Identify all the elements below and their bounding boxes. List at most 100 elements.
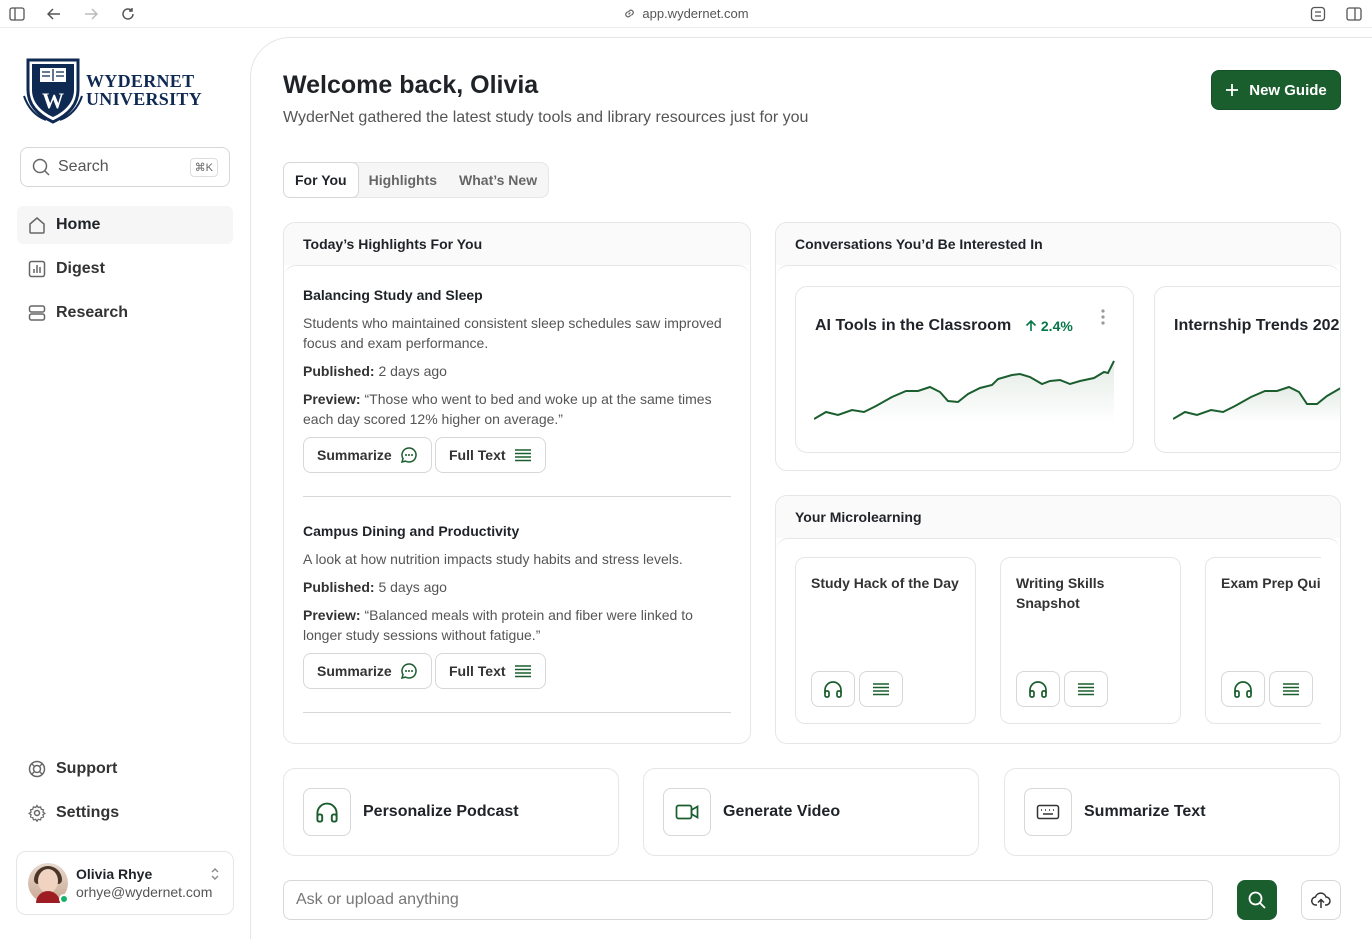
summarize-button[interactable]: Summarize (303, 437, 432, 473)
trend-sparkline (1173, 385, 1340, 423)
listen-button[interactable] (1221, 671, 1265, 707)
highlights-body: Balancing Study and Sleep Students who m… (284, 265, 750, 743)
action-label: Personalize Podcast (363, 803, 519, 820)
nav-label: Support (56, 760, 118, 777)
highlights-card: Today’s Highlights For You Balancing Stu… (283, 222, 751, 744)
article-description: Students who maintained consistent sleep… (303, 315, 722, 351)
sidebar: W WYDERNET UNIVERSITY Search ⌘K Home Dig… (0, 28, 250, 939)
full-text-button[interactable]: Full Text (435, 653, 546, 689)
headphones-icon (316, 802, 338, 823)
browser-toolbar: app.wydernet.com (0, 0, 1372, 28)
nav-label: Research (56, 304, 129, 321)
personalize-podcast-card[interactable]: Personalize Podcast (283, 768, 619, 856)
preview-text: “Those who went to bed and woke up at th… (303, 391, 712, 427)
user-profile-card[interactable]: Olivia Rhye orhye@wydernet.com (16, 851, 234, 915)
conversation-card[interactable]: Internship Trends 2025 (1154, 286, 1341, 453)
upload-button[interactable] (1301, 880, 1341, 920)
avatar (28, 863, 69, 904)
search-placeholder: Search (58, 158, 109, 175)
nav-item-support[interactable]: Support (17, 750, 233, 788)
split-view-icon[interactable] (1346, 6, 1362, 22)
headphones-icon (1029, 681, 1047, 698)
cloud-upload-icon (1311, 892, 1331, 908)
read-button[interactable] (1064, 671, 1108, 707)
divider (303, 712, 731, 713)
page-subtitle: WyderNet gathered the latest study tools… (283, 109, 809, 126)
summarize-button[interactable]: Summarize (303, 653, 432, 689)
full-text-button[interactable]: Full Text (435, 437, 546, 473)
chevron-selector-icon[interactable] (209, 866, 221, 882)
action-icon-box (303, 788, 351, 836)
headphones-icon (1234, 681, 1252, 698)
tab-highlights[interactable]: Highlights (358, 163, 448, 197)
page-title: Welcome back, Olivia (283, 71, 539, 99)
text-lines-icon (1283, 683, 1299, 696)
chat-icon (400, 447, 417, 464)
preview-text: “Balanced meals with protein and fiber w… (303, 607, 693, 643)
ask-input[interactable]: Ask or upload anything (283, 880, 1213, 920)
conversations-card: Conversations You’d Be Interested In AI … (775, 222, 1341, 471)
gear-icon (28, 804, 46, 822)
conversation-title: Internship Trends 2025 (1174, 317, 1341, 334)
read-button[interactable] (859, 671, 903, 707)
conversation-card[interactable]: AI Tools in the Classroom 2.4% (795, 286, 1134, 453)
divider (303, 496, 731, 497)
text-lines-icon (514, 449, 531, 462)
highlights-title: Today’s Highlights For You (284, 223, 750, 265)
keyboard-icon (1036, 804, 1060, 820)
text-lines-icon (1078, 683, 1094, 696)
nav-item-settings[interactable]: Settings (17, 794, 233, 832)
listen-button[interactable] (1016, 671, 1060, 707)
micro-card[interactable]: Writing Skills Snapshot (1000, 557, 1181, 724)
plus-icon (1226, 84, 1239, 96)
more-options-icon[interactable] (1101, 309, 1105, 325)
tab-bar: For You Highlights What’s New (283, 162, 550, 198)
link-icon (625, 9, 635, 18)
search-icon (32, 158, 50, 176)
summarize-label: Summarize (317, 447, 392, 463)
ask-submit-button[interactable] (1237, 880, 1277, 920)
micro-title: Study Hack of the Day (811, 575, 959, 591)
action-label: Summarize Text (1084, 803, 1206, 820)
brand-line2: UNIVERSITY (86, 89, 203, 109)
read-button[interactable] (1269, 671, 1313, 707)
ask-placeholder: Ask or upload anything (296, 891, 459, 908)
extensions-icon[interactable] (1310, 6, 1326, 22)
nav-item-research[interactable]: Research (17, 294, 233, 332)
article-description: A look at how nutrition impacts study ha… (303, 551, 683, 567)
address-bar[interactable]: app.wydernet.com (0, 6, 1372, 21)
url-text: app.wydernet.com (642, 6, 749, 21)
trend-value: 2.4% (1040, 318, 1073, 334)
micro-card[interactable]: Exam Prep Quiz (1205, 557, 1321, 724)
action-icon-box (663, 788, 711, 836)
lifebuoy-icon (28, 760, 46, 778)
action-icon-box (1024, 788, 1072, 836)
conversation-title: AI Tools in the Classroom (815, 317, 1012, 334)
nav-item-digest[interactable]: Digest (17, 250, 233, 288)
nav-label: Home (56, 216, 101, 233)
generate-video-card[interactable]: Generate Video (643, 768, 979, 856)
home-icon (29, 217, 45, 234)
tab-for-you[interactable]: For You (283, 162, 359, 198)
micro-card[interactable]: Study Hack of the Day (795, 557, 976, 724)
listen-button[interactable] (811, 671, 855, 707)
university-logo[interactable]: W WYDERNET UNIVERSITY (22, 56, 202, 124)
search-input[interactable]: Search ⌘K (20, 147, 230, 187)
published-label: Published: (303, 363, 375, 379)
nav-item-home[interactable]: Home (17, 206, 233, 244)
article-title[interactable]: Balancing Study and Sleep (303, 287, 483, 303)
new-guide-button[interactable]: New Guide (1211, 70, 1341, 110)
micro-title: Writing Skills Snapshot (1016, 575, 1105, 611)
published-label: Published: (303, 579, 375, 595)
tab-whats-new[interactable]: What’s New (448, 163, 548, 197)
full-text-label: Full Text (449, 663, 506, 679)
summarize-text-card[interactable]: Summarize Text (1004, 768, 1340, 856)
full-text-label: Full Text (449, 447, 506, 463)
user-email: orhye@wydernet.com (76, 884, 213, 900)
search-icon (1248, 891, 1266, 909)
text-lines-icon (873, 683, 889, 696)
article-preview: Preview: “Balanced meals with protein an… (303, 605, 723, 645)
published-value: 5 days ago (378, 579, 447, 595)
article-title[interactable]: Campus Dining and Productivity (303, 523, 519, 539)
micro-title: Exam Prep Quiz (1221, 575, 1321, 591)
